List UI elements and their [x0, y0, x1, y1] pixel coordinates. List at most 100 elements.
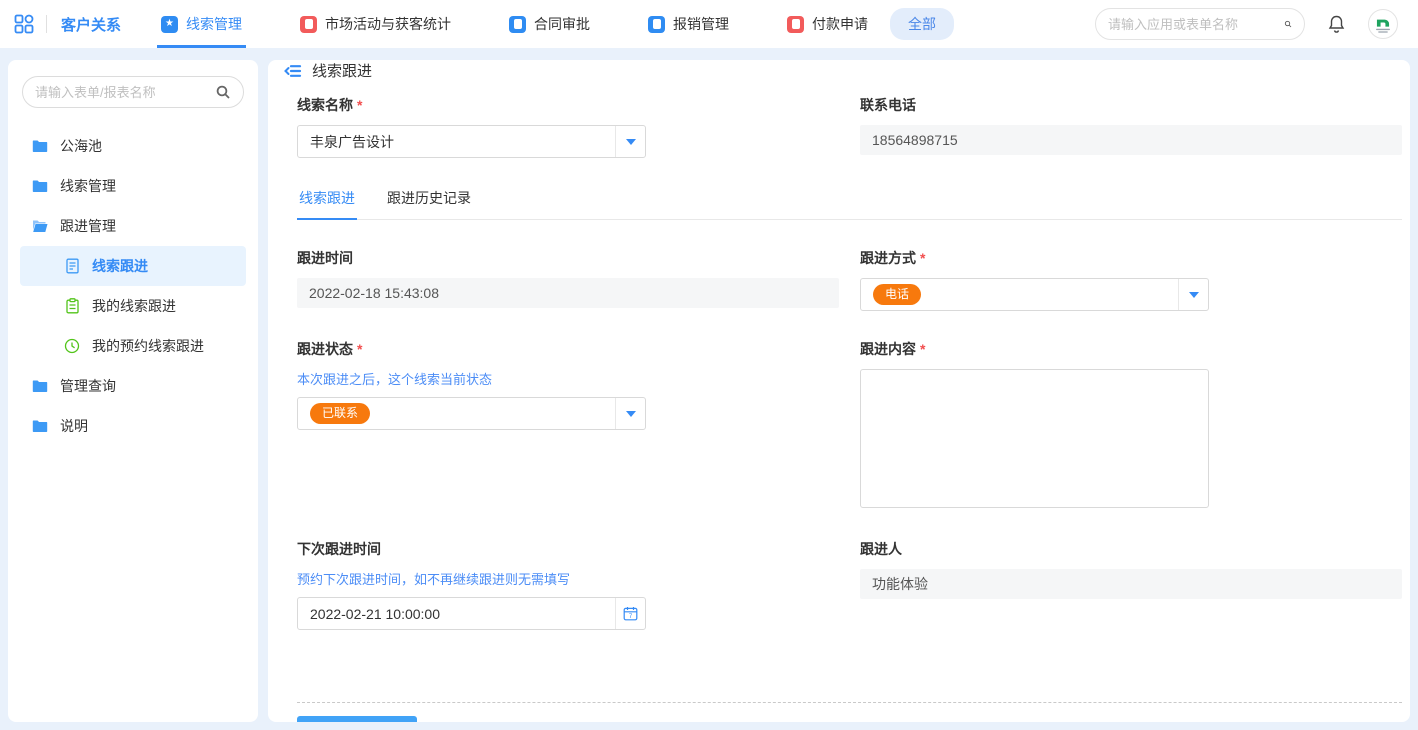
star-app-icon: ★ — [161, 16, 178, 33]
sidebar-item-admin-query[interactable]: 管理查询 — [20, 366, 246, 406]
form-search-box[interactable] — [22, 76, 244, 108]
sidebar: 公海池 线索管理 跟进管理 线索跟进 我的线索跟进 我的预约线索跟进 管理查询 — [8, 60, 258, 722]
filter-all-pill[interactable]: 全部 — [890, 8, 954, 40]
folder-icon — [32, 418, 48, 434]
chevron-down-icon[interactable] — [1178, 279, 1208, 310]
nav-tab-clue-management[interactable]: ★ 线索管理 — [157, 0, 246, 48]
company-logo-icon — [1370, 11, 1396, 37]
search-icon[interactable] — [1284, 16, 1292, 32]
svg-text:7: 7 — [629, 614, 633, 620]
required-marker: * — [357, 341, 362, 357]
expense-app-icon — [648, 16, 665, 33]
tab-clue-follow[interactable]: 线索跟进 — [297, 188, 357, 219]
next-follow-time-value: 2022-02-21 10:00:00 — [298, 606, 615, 622]
field-clue-name: 线索名称* 丰泉广告设计 — [297, 95, 839, 158]
calendar-icon[interactable]: 7 — [615, 598, 645, 629]
field-label: 联系电话 — [860, 95, 1402, 115]
field-follow-method: 跟进方式* 电话 — [860, 248, 1402, 311]
follow-method-tag: 电话 — [873, 284, 921, 306]
nav-tab-expense-management[interactable]: 报销管理 — [644, 0, 733, 48]
page-title: 线索跟进 — [312, 60, 372, 81]
folder-icon — [32, 378, 48, 394]
user-avatar[interactable] — [1368, 9, 1398, 39]
sidebar-item-instructions[interactable]: 说明 — [20, 406, 246, 446]
app-search-box[interactable] — [1095, 8, 1305, 40]
sidebar-item-label: 跟进管理 — [60, 216, 116, 236]
clipboard-icon — [64, 298, 80, 314]
chevron-down-icon[interactable] — [615, 126, 645, 157]
sidebar-item-label: 管理查询 — [60, 376, 116, 396]
document-icon — [64, 258, 80, 274]
folder-open-icon — [32, 218, 48, 234]
field-contact-phone: 联系电话 18564898715 — [860, 95, 1402, 155]
required-marker: * — [920, 341, 925, 357]
collapse-back-icon[interactable] — [284, 63, 302, 79]
detail-tabs: 线索跟进 跟进历史记录 — [297, 188, 1402, 220]
nav-tab-label: 报销管理 — [673, 14, 729, 34]
app-search-input[interactable] — [1108, 17, 1284, 32]
apps-grid-icon[interactable] — [14, 14, 34, 34]
field-label: 跟进时间 — [297, 248, 839, 268]
nav-tab-contract-approval[interactable]: 合同审批 — [505, 0, 594, 48]
sidebar-item-public-pool[interactable]: 公海池 — [20, 126, 246, 166]
field-label: 跟进状态* — [297, 339, 839, 359]
main-panel: 线索跟进 线索名称* 丰泉广告设计 联系电话 18564898715 — [268, 60, 1410, 722]
contact-phone-value: 18564898715 — [860, 125, 1402, 155]
nav-tab-marketing-stats[interactable]: 市场活动与获客统计 — [296, 0, 455, 48]
submit-button[interactable]: 提交 — [297, 716, 417, 722]
field-follow-status: 跟进状态* 本次跟进之后，这个线索当前状态 已联系 — [297, 339, 839, 430]
workspace-title[interactable]: 客户关系 — [61, 14, 121, 35]
nav-tab-payment-request[interactable]: 付款申请 — [783, 0, 872, 48]
sidebar-item-follow-management[interactable]: 跟进管理 — [20, 206, 246, 246]
follower-value: 功能体验 — [860, 569, 1402, 599]
required-marker: * — [920, 250, 925, 266]
page-content: 公海池 线索管理 跟进管理 线索跟进 我的线索跟进 我的预约线索跟进 管理查询 — [0, 48, 1418, 730]
nav-tab-label: 付款申请 — [812, 14, 868, 34]
follow-status-tag: 已联系 — [310, 403, 370, 425]
field-label: 跟进方式* — [860, 248, 1402, 268]
field-follow-content: 跟进内容* — [860, 339, 1402, 511]
follow-method-select[interactable]: 电话 — [860, 278, 1209, 311]
follow-status-select[interactable]: 已联系 — [297, 397, 646, 430]
top-header: 客户关系 ★ 线索管理 市场活动与获客统计 合同审批 报销管理 付款申请 全部 — [0, 0, 1418, 48]
payment-app-icon — [787, 16, 804, 33]
panel-footer: 提交 — [268, 703, 1410, 722]
header-divider — [46, 15, 47, 33]
field-label: 线索名称* — [297, 95, 839, 115]
search-icon[interactable] — [215, 84, 231, 100]
field-label: 跟进内容* — [860, 339, 1402, 359]
field-label: 跟进人 — [860, 539, 1402, 559]
clue-name-value: 丰泉广告设计 — [298, 132, 615, 152]
sidebar-item-label: 公海池 — [60, 136, 102, 156]
field-label: 下次跟进时间 — [297, 539, 839, 559]
folder-icon — [32, 138, 48, 154]
follow-time-value: 2022-02-18 15:43:08 — [297, 278, 839, 308]
field-follower: 跟进人 功能体验 — [860, 539, 1402, 599]
contract-app-icon — [509, 16, 526, 33]
sidebar-item-label: 说明 — [60, 416, 88, 436]
sidebar-item-my-clue-follow[interactable]: 我的线索跟进 — [20, 286, 246, 326]
sidebar-item-clue-management[interactable]: 线索管理 — [20, 166, 246, 206]
clue-name-select[interactable]: 丰泉广告设计 — [297, 125, 646, 158]
notification-bell-icon[interactable] — [1327, 14, 1346, 34]
follow-status-helper: 本次跟进之后，这个线索当前状态 — [297, 369, 839, 388]
sidebar-item-my-reserved-clue-follow[interactable]: 我的预约线索跟进 — [20, 326, 246, 366]
field-follow-time: 跟进时间 2022-02-18 15:43:08 — [297, 248, 839, 308]
panel-title-bar: 线索跟进 — [268, 60, 1410, 81]
chevron-down-icon[interactable] — [615, 398, 645, 429]
next-follow-time-helper: 预约下次跟进时间，如不再继续跟进则无需填写 — [297, 569, 839, 588]
follow-content-textarea[interactable] — [860, 369, 1209, 508]
sidebar-item-label: 线索管理 — [60, 176, 116, 196]
nav-tab-label: 线索管理 — [186, 14, 242, 34]
sidebar-item-label: 我的预约线索跟进 — [92, 336, 204, 356]
sidebar-item-label: 我的线索跟进 — [92, 296, 176, 316]
required-marker: * — [357, 97, 362, 113]
clock-icon — [64, 338, 80, 354]
top-nav: ★ 线索管理 市场活动与获客统计 合同审批 报销管理 付款申请 — [157, 0, 872, 48]
next-follow-time-input[interactable]: 2022-02-21 10:00:00 7 — [297, 597, 646, 630]
tab-follow-history[interactable]: 跟进历史记录 — [385, 188, 473, 219]
sidebar-item-clue-follow[interactable]: 线索跟进 — [20, 246, 246, 286]
chart-app-icon — [300, 16, 317, 33]
nav-tab-label: 合同审批 — [534, 14, 590, 34]
form-search-input[interactable] — [35, 85, 215, 100]
